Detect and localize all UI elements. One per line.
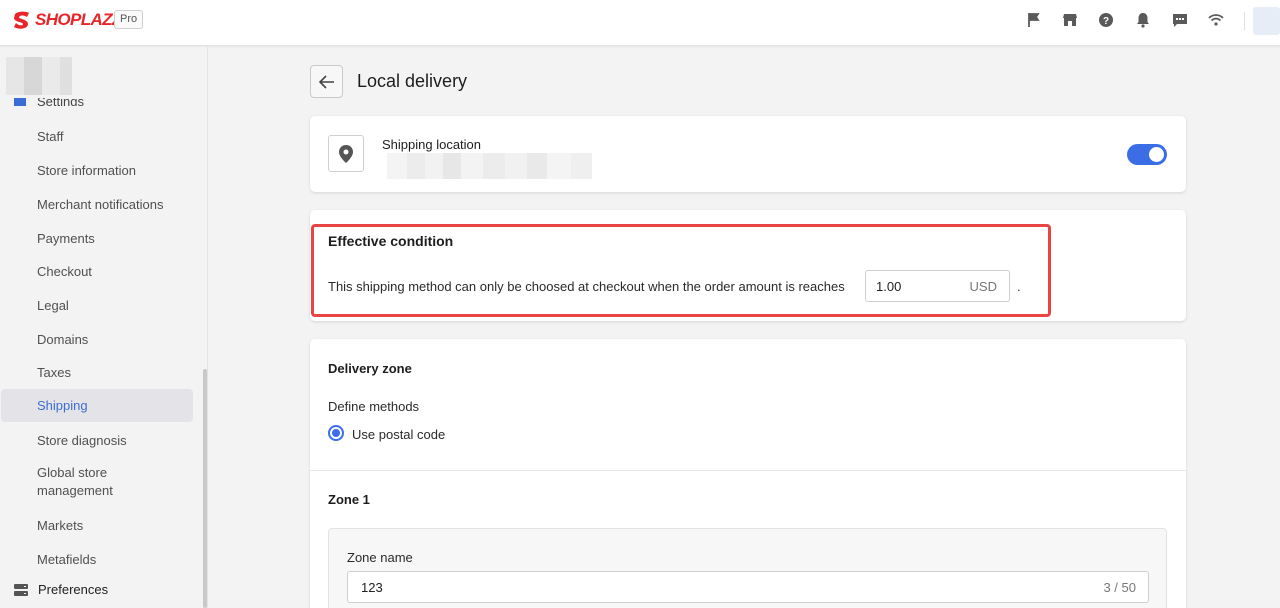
sidebar-item-global-store-management[interactable]: Global store management	[1, 463, 193, 501]
section-divider	[310, 470, 1186, 471]
sidebar-item-label: Metafields	[37, 551, 97, 567]
settings-icon	[14, 98, 26, 106]
sidebar-item-payments[interactable]: Payments	[1, 225, 193, 251]
topbar-divider	[1244, 12, 1245, 30]
chat-icon[interactable]	[1171, 11, 1189, 29]
sidebar-item-label: Store information	[37, 162, 136, 178]
define-methods-label: Define methods	[328, 399, 420, 414]
sidebar-item-label: Merchant notifications	[37, 196, 164, 212]
sidebar-scrollbar[interactable]	[203, 107, 207, 608]
sidebar-item-label: Markets	[37, 517, 84, 533]
zone-name-field[interactable]: 3 / 50	[347, 571, 1149, 603]
sidebar-item-checkout[interactable]: Checkout	[1, 258, 193, 284]
sidebar-item-store-information[interactable]: Store information	[1, 157, 193, 183]
sidebar-item-label: Shipping	[37, 398, 88, 413]
sidebar-item-label: Payments	[37, 230, 95, 246]
shipping-location-title: Shipping location	[382, 137, 482, 152]
sidebar-item-label: Store diagnosis	[37, 432, 127, 448]
toggle-knob	[1149, 147, 1164, 162]
flag-icon[interactable]	[1025, 11, 1043, 29]
sidebar-item-domains[interactable]: Domains	[1, 326, 193, 352]
logo-mark-icon	[14, 11, 29, 29]
sidebar-item-label: Global store management	[37, 465, 113, 498]
page-title: Local delivery	[357, 71, 468, 91]
sidebar-item-label: Staff	[37, 128, 64, 144]
sidebar-item-label: Checkout	[37, 263, 92, 279]
sidebar-item-store-diagnosis[interactable]: Store diagnosis	[1, 427, 193, 453]
sidebar-item-metafields[interactable]: Metafields	[1, 546, 193, 572]
top-bar: SHOPLAZZA Pro ?	[0, 0, 1280, 46]
zone-name-label: Zone name	[347, 550, 413, 565]
sidebar-section-settings[interactable]: Settings	[14, 98, 84, 106]
plan-badge: Pro	[114, 10, 144, 29]
sidebar: Settings Staff Store information Merchan…	[0, 47, 208, 608]
radio-selected-dot	[332, 429, 340, 437]
user-avatar[interactable]	[1253, 7, 1280, 35]
shipping-location-toggle[interactable]	[1127, 144, 1167, 165]
zone-name-input[interactable]	[348, 572, 1048, 602]
zone-panel: Zone name 3 / 50	[328, 528, 1167, 608]
zone-title: Zone 1	[328, 492, 370, 507]
store-avatar[interactable]	[6, 57, 72, 95]
shipping-location-address-redacted	[387, 153, 592, 179]
sidebar-item-label: Legal	[37, 297, 69, 313]
svg-text:?: ?	[1103, 16, 1109, 27]
highlight-box	[311, 224, 1051, 317]
scrollbar-thumb[interactable]	[203, 369, 207, 608]
delivery-zone-card: Delivery zone Define methods Use postal …	[310, 339, 1186, 608]
sidebar-item-staff[interactable]: Staff	[1, 123, 193, 149]
preferences-icon	[14, 583, 28, 596]
location-pin-icon	[328, 135, 364, 172]
sidebar-item-shipping[interactable]: Shipping	[1, 389, 193, 422]
delivery-zone-title: Delivery zone	[328, 361, 412, 376]
sidebar-item-label: Domains	[37, 331, 89, 347]
sidebar-item-label: Preferences	[38, 582, 109, 597]
sidebar-item-merchant-notifications[interactable]: Merchant notifications	[1, 191, 193, 217]
sidebar-item-preferences[interactable]: Preferences	[14, 582, 108, 597]
character-count: 3 / 50	[1103, 580, 1136, 595]
sidebar-section-label: Settings	[37, 98, 84, 106]
help-icon[interactable]: ?	[1097, 11, 1115, 29]
wifi-icon[interactable]	[1207, 11, 1225, 29]
postal-code-radio[interactable]	[328, 425, 344, 441]
bell-icon[interactable]	[1134, 11, 1152, 29]
arrow-left-icon	[318, 74, 334, 89]
sidebar-item-taxes[interactable]: Taxes	[1, 359, 193, 385]
sidebar-item-markets[interactable]: Markets	[1, 512, 193, 538]
store-icon[interactable]	[1061, 11, 1079, 29]
sidebar-item-label: Taxes	[37, 364, 71, 380]
shipping-location-card: Shipping location	[310, 116, 1186, 192]
postal-code-radio-label[interactable]: Use postal code	[352, 427, 445, 442]
back-button[interactable]	[310, 65, 343, 98]
sidebar-item-legal[interactable]: Legal	[1, 292, 193, 318]
